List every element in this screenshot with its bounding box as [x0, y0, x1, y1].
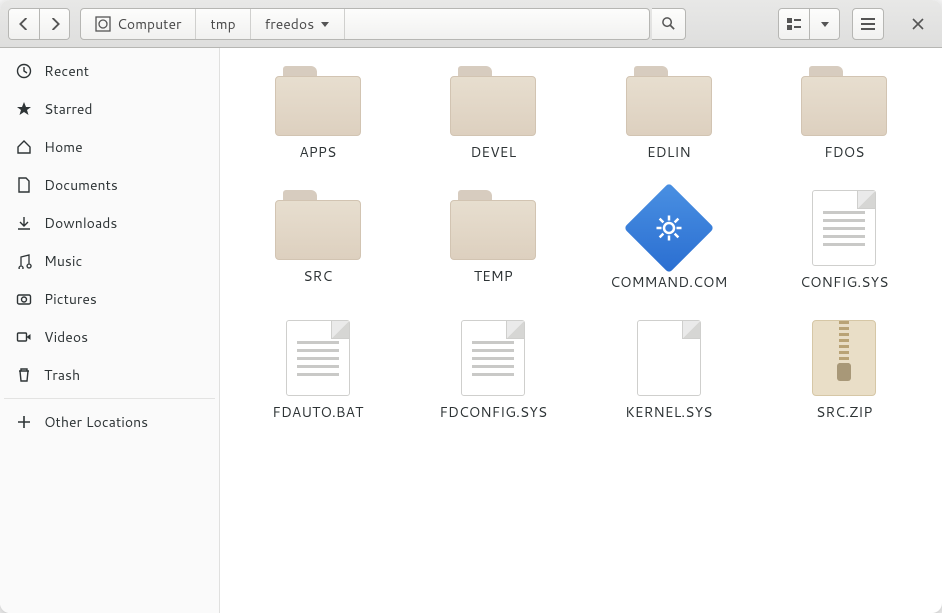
chevron-right-icon	[49, 18, 61, 30]
sidebar-item-recent[interactable]: Recent	[0, 52, 219, 90]
search-icon	[661, 16, 676, 31]
sidebar-item-label: Recent	[44, 61, 89, 81]
disk-icon	[95, 16, 111, 32]
file-label: FDAUTO.BAT	[272, 402, 363, 422]
close-button[interactable]	[902, 8, 934, 40]
clock-icon	[16, 63, 32, 79]
file-item[interactable]: CONFIG.SYS	[757, 190, 933, 292]
file-item[interactable]: FDAUTO.BAT	[230, 320, 406, 422]
path-spacer	[345, 9, 649, 39]
sidebar-item-label: Documents	[44, 175, 118, 195]
folder-icon	[801, 66, 887, 136]
path-tmp[interactable]: tmp	[196, 9, 250, 39]
sidebar-item-label: Downloads	[44, 213, 117, 233]
folder-icon	[450, 190, 536, 260]
main-body: Recent Starred Home Documents Downloads …	[0, 48, 942, 613]
star-icon	[16, 101, 32, 117]
folder-icon	[626, 66, 712, 136]
file-item[interactable]: FDCONFIG.SYS	[406, 320, 582, 422]
sidebar-item-starred[interactable]: Starred	[0, 90, 219, 128]
sidebar-item-label: Starred	[44, 99, 93, 119]
file-grid: APPS DEVEL EDLIN FDOS SRC TEMP COMMAND.COM CONF…	[230, 66, 932, 422]
path-label: Computer	[117, 14, 181, 34]
camera-icon	[16, 291, 32, 307]
file-item[interactable]: SRC	[230, 190, 406, 292]
file-item[interactable]: EDLIN	[581, 66, 757, 162]
view-dropdown-button[interactable]	[809, 9, 839, 39]
file-item[interactable]: APPS	[230, 66, 406, 162]
text-file-icon	[286, 320, 350, 396]
file-label: EDLIN	[647, 142, 691, 162]
sidebar-item-label: Trash	[44, 365, 80, 385]
hamburger-icon	[861, 18, 875, 30]
content-pane[interactable]: APPS DEVEL EDLIN FDOS SRC TEMP COMMAND.COM CONF…	[220, 48, 942, 613]
file-label: SRC	[303, 266, 332, 286]
plus-icon	[16, 414, 32, 430]
file-item[interactable]: DEVEL	[406, 66, 582, 162]
file-label: COMMAND.COM	[610, 272, 727, 292]
titlebar: Computer tmp freedos	[0, 0, 942, 48]
sidebar-item-other-locations[interactable]: Other Locations	[0, 403, 219, 441]
folder-icon	[450, 66, 536, 136]
file-label: FDOS	[824, 142, 864, 162]
path-freedos[interactable]: freedos	[251, 9, 346, 39]
sidebar-item-label: Home	[44, 137, 83, 157]
close-icon	[912, 18, 924, 30]
sidebar-item-label: Music	[44, 251, 82, 271]
file-label: TEMP	[474, 266, 513, 286]
sidebar-item-label: Videos	[44, 327, 88, 347]
file-item[interactable]: COMMAND.COM	[581, 190, 757, 292]
file-label: APPS	[299, 142, 336, 162]
view-buttons	[778, 8, 840, 40]
sidebar: Recent Starred Home Documents Downloads …	[0, 48, 220, 613]
file-label: CONFIG.SYS	[800, 272, 888, 292]
file-label: SRC.ZIP	[816, 402, 872, 422]
search-button[interactable]	[652, 8, 686, 40]
sidebar-item-home[interactable]: Home	[0, 128, 219, 166]
file-label: FDCONFIG.SYS	[439, 402, 547, 422]
sidebar-item-label: Pictures	[44, 289, 97, 309]
sidebar-item-videos[interactable]: Videos	[0, 318, 219, 356]
path-computer[interactable]: Computer	[81, 9, 196, 39]
sidebar-item-downloads[interactable]: Downloads	[0, 204, 219, 242]
document-icon	[16, 177, 32, 193]
path-bar: Computer tmp freedos	[80, 8, 650, 40]
folder-icon	[275, 66, 361, 136]
grid-view-icon	[787, 18, 801, 30]
forward-button[interactable]	[39, 9, 69, 39]
path-label: tmp	[210, 14, 235, 34]
file-item[interactable]: SRC.ZIP	[757, 320, 933, 422]
file-item[interactable]: TEMP	[406, 190, 582, 292]
video-icon	[16, 329, 32, 345]
file-label: KERNEL.SYS	[625, 402, 712, 422]
triangle-down-icon	[320, 19, 330, 29]
hamburger-menu-button[interactable]	[852, 8, 884, 40]
folder-icon	[275, 190, 361, 260]
triangle-down-icon	[820, 19, 830, 29]
sidebar-item-trash[interactable]: Trash	[0, 356, 219, 394]
sidebar-item-label: Other Locations	[44, 412, 148, 432]
file-item[interactable]: FDOS	[757, 66, 933, 162]
sidebar-item-documents[interactable]: Documents	[0, 166, 219, 204]
icon-view-button[interactable]	[779, 9, 809, 39]
executable-icon	[631, 190, 707, 266]
sidebar-item-pictures[interactable]: Pictures	[0, 280, 219, 318]
path-label: freedos	[265, 14, 315, 34]
nav-buttons	[8, 8, 70, 40]
chevron-left-icon	[18, 18, 30, 30]
file-label: DEVEL	[470, 142, 516, 162]
download-icon	[16, 215, 32, 231]
trash-icon	[16, 367, 32, 383]
back-button[interactable]	[9, 9, 39, 39]
file-icon	[637, 320, 701, 396]
sidebar-item-music[interactable]: Music	[0, 242, 219, 280]
file-manager-window: Computer tmp freedos	[0, 0, 942, 613]
text-file-icon	[812, 190, 876, 266]
text-file-icon	[461, 320, 525, 396]
sidebar-separator	[4, 398, 215, 399]
file-item[interactable]: KERNEL.SYS	[581, 320, 757, 422]
archive-icon	[812, 320, 876, 396]
home-icon	[16, 139, 32, 155]
music-icon	[16, 253, 32, 269]
